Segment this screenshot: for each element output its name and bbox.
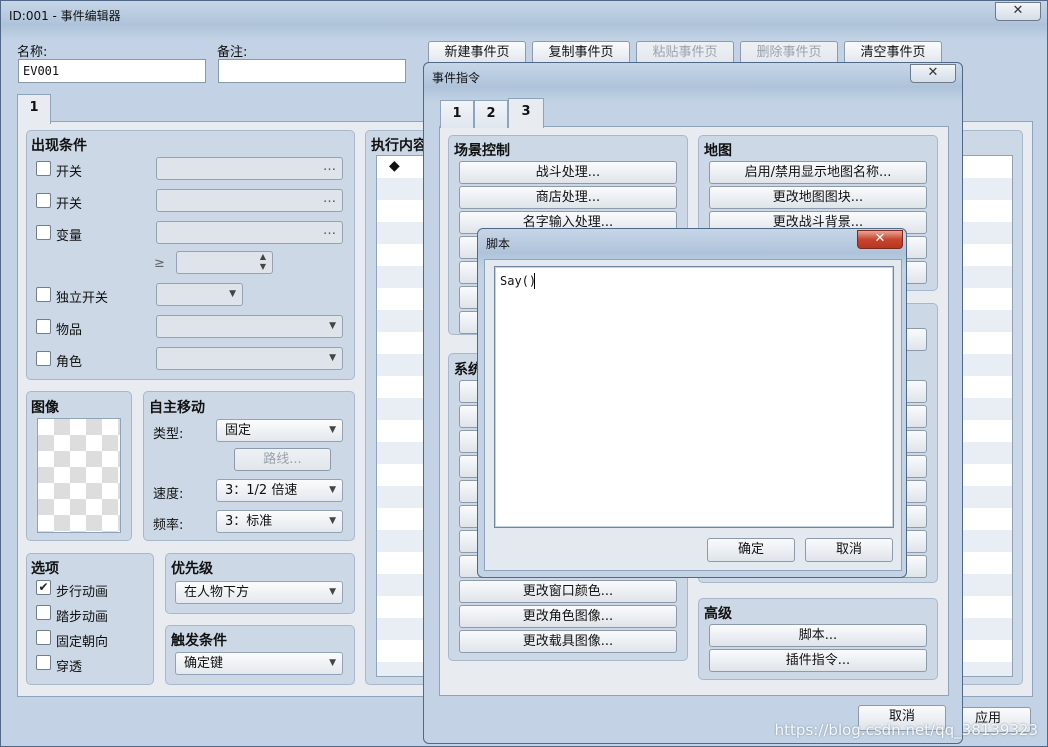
change-window-color-button[interactable]: 更改窗口颜色... <box>459 580 677 603</box>
script-dialog: 脚本 ✕ Say() 确定 取消 <box>477 228 907 578</box>
actor-checkbox[interactable] <box>36 351 51 366</box>
script-ok-button[interactable]: 确定 <box>707 538 795 562</box>
chevron-down-icon: ▼ <box>329 353 336 363</box>
chevron-down-icon: ▼ <box>229 289 236 299</box>
step-anim-label: 踏步动画 <box>56 610 109 625</box>
tab-command-1[interactable]: 1 <box>440 100 474 128</box>
priority-select[interactable]: 在人物下方 ▼ <box>175 581 343 604</box>
event-image-preview[interactable] <box>37 418 121 533</box>
conditions-title: 出现条件 <box>31 138 87 154</box>
direction-fix-label: 固定朝向 <box>56 635 109 650</box>
freq-label: 频率: <box>153 518 184 533</box>
item-checkbox[interactable] <box>36 319 51 334</box>
trigger-select[interactable]: 确定键 ▼ <box>175 652 343 675</box>
priority-value: 在人物下方 <box>184 585 250 600</box>
freq-value: 3：标准 <box>225 514 273 529</box>
note-label: 备注: <box>217 45 248 60</box>
freq-select[interactable]: 3：标准 ▼ <box>216 510 343 533</box>
type-label: 类型: <box>153 427 184 442</box>
shop-processing-button[interactable]: 商店处理... <box>459 186 677 209</box>
command-title-bar: 事件指令 ✕ <box>424 63 962 89</box>
script-button[interactable]: 脚本... <box>709 624 927 647</box>
name-label: 名称: <box>17 45 48 60</box>
trigger-value: 确定键 <box>184 656 224 671</box>
name-field[interactable]: EV001 <box>18 59 206 83</box>
item-select[interactable]: ▼ <box>156 315 343 338</box>
chevron-down-icon: ▼ <box>329 321 336 331</box>
route-button[interactable]: 路线... <box>234 448 331 471</box>
switch1-label: 开关 <box>56 165 83 180</box>
tab-page-1[interactable]: 1 <box>17 94 51 124</box>
variable-selector[interactable]: … <box>156 221 343 244</box>
variable-label: 变量 <box>56 229 83 244</box>
ellipsis-icon: … <box>323 159 336 174</box>
through-checkbox[interactable] <box>36 655 51 670</box>
self-switch-checkbox[interactable] <box>36 287 51 302</box>
script-text[interactable]: Say() <box>500 274 536 288</box>
chevron-down-icon: ▼ <box>329 425 336 435</box>
self-switch-label: 独立开关 <box>56 291 109 306</box>
options-title: 选项 <box>31 561 59 577</box>
tab-command-2[interactable]: 2 <box>474 100 508 128</box>
close-icon[interactable]: ✕ <box>910 64 956 83</box>
speed-label: 速度: <box>153 487 184 502</box>
self-switch-select[interactable]: ▼ <box>156 283 243 306</box>
plugin-command-button[interactable]: 插件指令... <box>709 649 927 672</box>
script-title-bar: 脚本 ✕ <box>478 229 906 255</box>
window-title: ID:001 - 事件编辑器 <box>9 9 121 23</box>
advanced-title: 高级 <box>704 606 732 622</box>
watermark: https://blog.csdn.net/qq_38139323 <box>774 721 1038 739</box>
note-field[interactable] <box>218 59 406 83</box>
scene-control-title: 场景控制 <box>454 143 510 159</box>
spin-arrows-icon: ▲ ▼ <box>259 252 266 271</box>
autonomous-title: 自主移动 <box>149 400 205 416</box>
image-title: 图像 <box>31 400 59 416</box>
chevron-down-icon: ▼ <box>329 485 336 495</box>
close-icon[interactable]: ✕ <box>857 230 903 249</box>
variable-value-stepper[interactable]: ▲ ▼ <box>176 251 273 274</box>
speed-value: 3：1/2 倍速 <box>225 483 298 498</box>
ellipsis-icon: … <box>323 223 336 238</box>
step-anim-checkbox[interactable] <box>36 605 51 620</box>
content-row-marker[interactable]: ◆ <box>389 158 400 174</box>
close-icon[interactable]: ✕ <box>995 2 1041 21</box>
change-actor-images-button[interactable]: 更改角色图像... <box>459 605 677 628</box>
script-cancel-button[interactable]: 取消 <box>805 538 893 562</box>
walk-anim-checkbox[interactable]: ✔ <box>36 580 51 595</box>
chevron-down-icon: ▼ <box>329 587 336 597</box>
ellipsis-icon: … <box>323 191 336 206</box>
chevron-down-icon: ▼ <box>329 658 336 668</box>
switch1-checkbox[interactable] <box>36 161 51 176</box>
trigger-title: 触发条件 <box>171 633 227 649</box>
content-title: 执行内容 <box>371 138 427 154</box>
through-label: 穿透 <box>56 660 83 675</box>
actor-label: 角色 <box>56 355 83 370</box>
switch2-checkbox[interactable] <box>36 193 51 208</box>
switch2-selector[interactable]: … <box>156 189 343 212</box>
change-tileset-button[interactable]: 更改地图图块... <box>709 186 927 209</box>
map-title: 地图 <box>704 143 732 159</box>
toggle-map-name-button[interactable]: 启用/禁用显示地图名称... <box>709 161 927 184</box>
switch1-selector[interactable]: … <box>156 157 343 180</box>
item-label: 物品 <box>56 323 83 338</box>
direction-fix-checkbox[interactable] <box>36 630 51 645</box>
battle-processing-button[interactable]: 战斗处理... <box>459 161 677 184</box>
change-vehicle-image-button[interactable]: 更改载具图像... <box>459 630 677 653</box>
priority-title: 优先级 <box>171 561 213 577</box>
variable-checkbox[interactable] <box>36 225 51 240</box>
chevron-down-icon: ▼ <box>329 516 336 526</box>
script-dialog-title: 脚本 <box>486 237 511 251</box>
command-dialog-title: 事件指令 <box>432 71 481 85</box>
text-cursor <box>534 273 535 289</box>
type-select[interactable]: 固定 ▼ <box>216 419 343 442</box>
script-textarea[interactable] <box>494 266 894 528</box>
walk-anim-label: 步行动画 <box>56 585 109 600</box>
switch2-label: 开关 <box>56 197 83 212</box>
actor-select[interactable]: ▼ <box>156 347 343 370</box>
tab-command-3[interactable]: 3 <box>508 98 544 128</box>
speed-select[interactable]: 3：1/2 倍速 ▼ <box>216 479 343 502</box>
title-bar: ID:001 - 事件编辑器 ✕ <box>1 1 1047 27</box>
type-value: 固定 <box>225 423 252 438</box>
ge-symbol: ≥ <box>154 256 165 271</box>
